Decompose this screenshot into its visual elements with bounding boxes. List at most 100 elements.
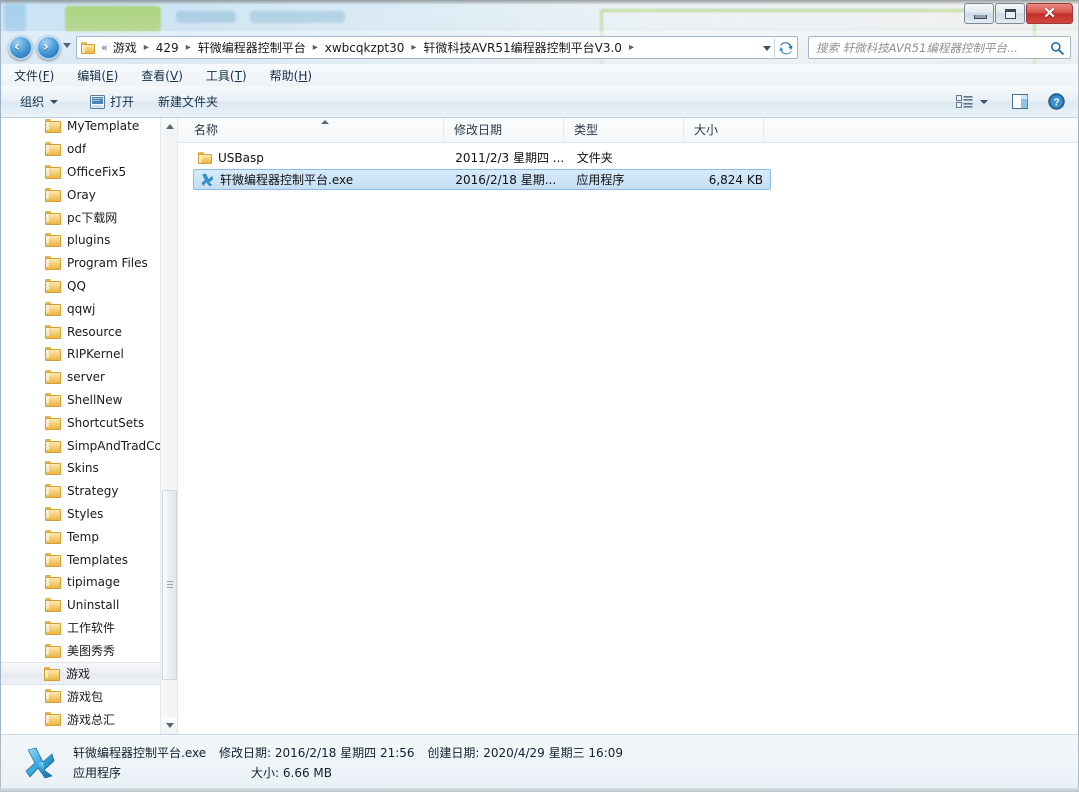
tree-item[interactable]: 游戏总汇: [1, 708, 177, 731]
change-view-button[interactable]: [951, 90, 993, 114]
application-icon: [25, 747, 55, 779]
file-list-view[interactable]: 名称 修改日期 类型 大小 USBasp 2011/2/3 星期四 ... 文件夹轩…: [178, 118, 1078, 734]
close-button[interactable]: ✕: [1026, 3, 1073, 24]
details-filename: 轩微编程器控制平台.exe: [73, 746, 207, 760]
chevron-right-icon-1[interactable]: ▸: [180, 42, 197, 53]
tree-item-label: Skins: [67, 461, 99, 476]
breadcrumb-segment-2[interactable]: 轩微编程器控制平台: [197, 37, 307, 58]
breadcrumb-segment-3[interactable]: xwbcqkzpt30: [324, 39, 406, 57]
navigation-pane-scrollbar[interactable]: [160, 118, 177, 734]
navigation-pane[interactable]: MyTemplate odf OfficeFix5 Oray pc下载网 plugins P…: [1, 118, 178, 734]
file-name-label: 轩微编程器控制平台.exe: [220, 173, 354, 187]
preview-pane-button[interactable]: [1007, 90, 1033, 114]
tree-item[interactable]: tipimage: [1, 571, 177, 594]
tree-item[interactable]: ShortcutSets: [1, 411, 177, 434]
tree-item[interactable]: pc下载网: [1, 206, 177, 229]
tree-item[interactable]: Temp: [1, 525, 177, 548]
breadcrumb-segment-4[interactable]: 轩微科技AVR51编程器控制平台V3.0: [422, 37, 623, 58]
help-icon: ?: [1048, 93, 1065, 110]
tree-item[interactable]: qqwj: [1, 297, 177, 320]
tree-item[interactable]: Resource: [1, 320, 177, 343]
tree-item[interactable]: 游戏: [1, 662, 177, 685]
details-modified-label: 修改日期:: [218, 746, 271, 760]
toolbar-right-group: ?: [951, 90, 1078, 114]
sort-ascending-icon: [321, 120, 329, 124]
organize-button[interactable]: 组织: [13, 90, 65, 114]
tree-item[interactable]: SimpAndTradCo: [1, 434, 177, 457]
back-button[interactable]: ‹: [8, 35, 33, 60]
forward-button[interactable]: ›: [36, 35, 61, 60]
file-date-cell: 2011/2/3 星期四 ...: [455, 151, 565, 165]
tree-item-label: 工作软件: [67, 621, 116, 636]
column-header-date[interactable]: 修改日期: [444, 118, 564, 142]
scroll-down-button[interactable]: [161, 717, 177, 734]
chevron-right-icon-0[interactable]: ▸: [138, 42, 155, 53]
minimize-button[interactable]: [964, 3, 994, 24]
folder-icon: [45, 529, 61, 544]
maximize-button[interactable]: [995, 3, 1025, 24]
tree-item[interactable]: Uninstall: [1, 594, 177, 617]
folder-icon: [81, 41, 95, 54]
tree-item-label: Templates: [67, 552, 129, 567]
tree-item[interactable]: MyTemplate: [1, 118, 177, 138]
menu-item-tools[interactable]: 工具(T): [203, 66, 250, 85]
folder-icon: [45, 438, 61, 453]
minimize-icon: [974, 15, 987, 19]
folder-tree[interactable]: MyTemplate odf OfficeFix5 Oray pc下载网 plugins P…: [1, 118, 177, 731]
address-dropdown-icon[interactable]: [763, 46, 771, 51]
column-header-name[interactable]: 名称: [184, 118, 444, 142]
column-header-type[interactable]: 类型: [564, 118, 684, 142]
chevron-right-icon-4[interactable]: ▸: [623, 42, 640, 53]
tree-item-label: ShortcutSets: [67, 415, 145, 430]
tree-item[interactable]: Styles: [1, 503, 177, 526]
tree-item[interactable]: Strategy: [1, 480, 177, 503]
search-input[interactable]: 搜索 轩微科技AVR51编程器控制平台...: [808, 36, 1071, 59]
tree-item[interactable]: RIPKernel: [1, 343, 177, 366]
file-name-cell: 轩微编程器控制平台.exe: [194, 171, 450, 188]
file-size-cell: 6,824 KB: [708, 172, 763, 187]
tree-item[interactable]: odf: [1, 138, 177, 161]
refresh-icon[interactable]: [778, 41, 794, 56]
menu-item-view[interactable]: 查看(V): [138, 66, 186, 85]
tree-item[interactable]: Templates: [1, 548, 177, 571]
tree-item[interactable]: 工作软件: [1, 617, 177, 640]
recent-locations-icon[interactable]: [63, 43, 71, 48]
file-name-label: USBasp: [218, 150, 264, 165]
table-row[interactable]: USBasp 2011/2/3 星期四 ... 文件夹: [193, 147, 771, 168]
tree-item[interactable]: Program Files: [1, 252, 177, 275]
scrollbar-thumb[interactable]: [162, 490, 177, 680]
file-type-cell: 应用程序: [576, 173, 625, 187]
breadcrumb-segment-1[interactable]: 429: [155, 39, 180, 57]
tree-item[interactable]: 游戏包: [1, 685, 177, 708]
tree-item[interactable]: server: [1, 366, 177, 389]
forward-arrow-icon: ›: [43, 39, 49, 55]
breadcrumb[interactable]: « 游戏 ▸ 429 ▸ 轩微编程器控制平台 ▸ xwbcqkzpt30 ▸ 轩…: [76, 36, 798, 59]
tree-item[interactable]: Skins: [1, 457, 177, 480]
breadcrumb-segment-0[interactable]: 游戏: [112, 37, 138, 58]
chevron-right-icon-2[interactable]: ▸: [307, 42, 324, 53]
breadcrumb-overflow-icon[interactable]: «: [99, 41, 112, 54]
menu-item-help[interactable]: 帮助(H): [267, 66, 315, 85]
open-button[interactable]: 打开: [83, 90, 141, 114]
menu-item-file[interactable]: 文件(F): [11, 66, 57, 85]
details-created-value: 2020/4/29 星期三 16:09: [483, 746, 624, 760]
tree-item[interactable]: 美图秀秀: [1, 639, 177, 662]
details-created-label: 创建日期:: [427, 746, 480, 760]
table-row[interactable]: 轩微编程器控制平台.exe 2016/2/18 星期... 应用程序 6,824 KB: [193, 169, 771, 190]
tree-item[interactable]: QQ: [1, 275, 177, 298]
chevron-right-icon-3[interactable]: ▸: [405, 42, 422, 53]
tree-item[interactable]: ShellNew: [1, 389, 177, 412]
column-header-size[interactable]: 大小: [684, 118, 764, 142]
search-icon[interactable]: [1050, 41, 1064, 55]
tree-item[interactable]: OfficeFix5: [1, 161, 177, 184]
folder-icon: [45, 506, 61, 521]
folder-icon: [45, 415, 61, 430]
new-folder-button[interactable]: 新建文件夹: [151, 90, 225, 114]
help-button[interactable]: ?: [1043, 90, 1070, 114]
tree-item[interactable]: plugins: [1, 229, 177, 252]
close-icon: ✕: [1043, 5, 1056, 22]
scroll-up-button[interactable]: [161, 118, 177, 135]
title-bar[interactable]: ✕: [0, 0, 1079, 31]
menu-item-edit[interactable]: 编辑(E): [74, 66, 121, 85]
tree-item[interactable]: Oray: [1, 183, 177, 206]
